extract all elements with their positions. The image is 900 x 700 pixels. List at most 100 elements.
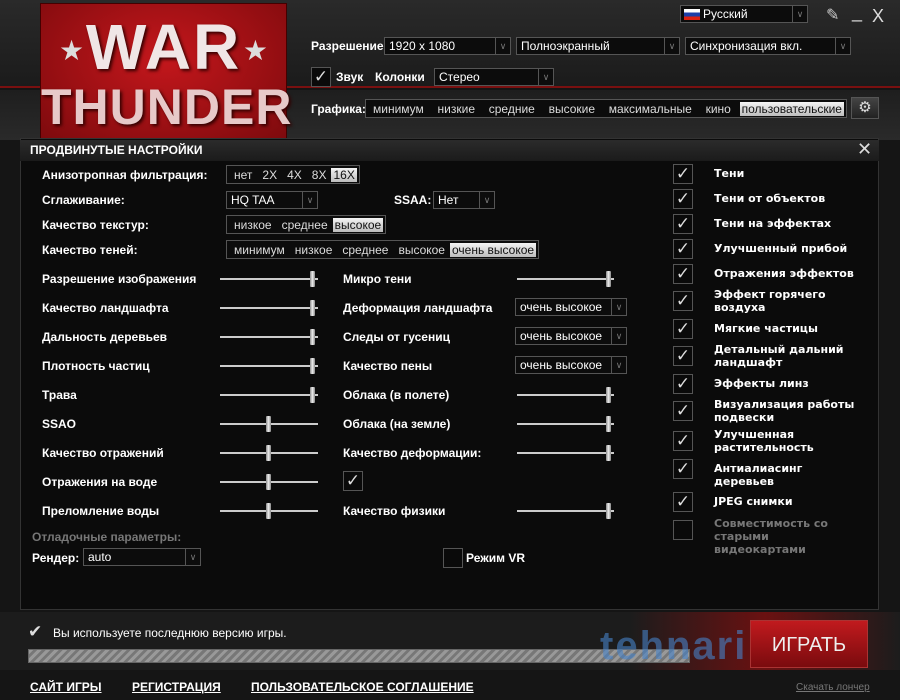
control-label: Деформация ландшафта xyxy=(343,301,493,315)
option-6[interactable]: пользовательские xyxy=(739,101,844,116)
link-game-site[interactable]: САЙТ ИГРЫ xyxy=(30,680,102,694)
slider[interactable] xyxy=(220,474,318,490)
language-select[interactable]: Русский ∨ xyxy=(680,5,808,23)
slider[interactable] xyxy=(517,271,614,287)
slider-thumb[interactable] xyxy=(310,358,315,374)
checkbox-label: Тени от объектов xyxy=(714,192,826,205)
slider[interactable] xyxy=(220,416,318,432)
checkbox[interactable]: ✓ xyxy=(673,239,693,259)
checkbox[interactable]: ✓ xyxy=(673,459,693,479)
option-3[interactable]: высокое xyxy=(393,243,450,257)
texture-quality-selector[interactable]: низкое среднее высокое xyxy=(226,215,387,234)
slider[interactable] xyxy=(220,271,318,287)
slider[interactable] xyxy=(220,329,318,345)
slider-thumb[interactable] xyxy=(310,329,315,345)
option-1[interactable]: среднее xyxy=(277,218,333,232)
speakers-select[interactable]: Стерео ∨ xyxy=(434,68,554,86)
slider-thumb[interactable] xyxy=(606,387,611,403)
quality-select[interactable]: очень высокое ∨ xyxy=(515,298,627,316)
slider-thumb[interactable] xyxy=(310,271,315,287)
slider-thumb[interactable] xyxy=(266,445,271,461)
slider[interactable] xyxy=(517,503,614,519)
graphics-preset-selector[interactable]: минимум низкие средние высокие максимальные к… xyxy=(365,99,847,118)
slider[interactable] xyxy=(517,445,614,461)
slider-thumb[interactable] xyxy=(310,387,315,403)
option-4[interactable]: 16X xyxy=(331,167,357,182)
vr-checkbox[interactable] xyxy=(443,548,463,568)
checkbox[interactable]: ✓ xyxy=(673,264,693,284)
option-4[interactable]: максимальные xyxy=(604,102,697,116)
render-select[interactable]: auto ∨ xyxy=(83,548,201,566)
checkbox[interactable]: ✓ xyxy=(673,346,693,366)
checkbox[interactable]: ✓ xyxy=(673,291,693,311)
slider-label: Плотность частиц xyxy=(42,359,150,373)
update-progress-bar xyxy=(28,649,690,663)
option-5[interactable]: кино xyxy=(701,102,736,116)
settings-tools-icon[interactable]: ✎ xyxy=(826,5,839,25)
option-1[interactable]: 2X xyxy=(257,168,282,182)
play-button[interactable]: ИГРАТЬ xyxy=(750,620,868,668)
shadow-quality-selector[interactable]: минимум низкое среднее высокое очень высокое xyxy=(226,240,540,259)
slider-thumb[interactable] xyxy=(606,271,611,287)
slider[interactable] xyxy=(220,300,318,316)
aniso-selector[interactable]: нет 2X 4X 8X 16X xyxy=(226,165,360,184)
minimize-button[interactable]: _ xyxy=(852,2,862,23)
checkbox[interactable]: ✓ xyxy=(673,214,693,234)
aa-select[interactable]: HQ TAA ∨ xyxy=(226,191,318,209)
checkbox-label: Эффект горячего воздуха xyxy=(714,288,826,314)
option-0[interactable]: низкое xyxy=(229,218,277,232)
checkbox[interactable] xyxy=(673,520,693,540)
slider-thumb[interactable] xyxy=(266,503,271,519)
option-1[interactable]: низкие xyxy=(433,102,480,116)
quality-select[interactable]: очень высокое ∨ xyxy=(515,327,627,345)
link-registration[interactable]: РЕГИСТРАЦИЯ xyxy=(132,680,221,694)
option-0[interactable]: минимум xyxy=(229,243,290,257)
option-4[interactable]: очень высокое xyxy=(449,242,537,257)
slider[interactable] xyxy=(220,387,318,403)
texture-label: Качество текстур: xyxy=(42,218,149,232)
checkbox[interactable]: ✓ xyxy=(673,164,693,184)
slider-thumb[interactable] xyxy=(266,416,271,432)
slider-thumb[interactable] xyxy=(606,445,611,461)
window-mode-select[interactable]: Полноэкранный ∨ xyxy=(516,37,680,55)
quality-select[interactable]: очень высокое ∨ xyxy=(515,356,627,374)
checkbox[interactable]: ✓ xyxy=(673,401,693,421)
close-window-button[interactable]: X xyxy=(872,6,884,27)
slider[interactable] xyxy=(517,387,614,403)
control-label: Качество деформации: xyxy=(343,446,482,460)
checkbox[interactable]: ✓ xyxy=(673,319,693,339)
ssaa-select[interactable]: Нет ∨ xyxy=(433,191,495,209)
slider[interactable] xyxy=(220,503,318,519)
option-1[interactable]: низкое xyxy=(290,243,338,257)
checkbox[interactable]: ✓ xyxy=(343,471,363,491)
vsync-select[interactable]: Синхронизация вкл. ∨ xyxy=(685,37,851,55)
close-panel-button[interactable]: ✕ xyxy=(857,139,872,160)
option-2[interactable]: высокое xyxy=(332,217,384,232)
slider[interactable] xyxy=(517,416,614,432)
slider-thumb[interactable] xyxy=(266,474,271,490)
panel-title: ПРОДВИНУТЫЕ НАСТРОЙКИ xyxy=(20,140,879,161)
slider[interactable] xyxy=(220,445,318,461)
checkbox[interactable]: ✓ xyxy=(673,189,693,209)
option-2[interactable]: средние xyxy=(484,102,540,116)
sound-checkbox[interactable]: ✓ xyxy=(311,67,331,87)
control-label: Следы от гусениц xyxy=(343,330,450,344)
checkbox[interactable]: ✓ xyxy=(673,492,693,512)
slider-thumb[interactable] xyxy=(310,300,315,316)
checkbox[interactable]: ✓ xyxy=(673,431,693,451)
checkbox[interactable]: ✓ xyxy=(673,374,693,394)
resolution-select[interactable]: 1920 x 1080 ∨ xyxy=(384,37,511,55)
option-3[interactable]: высокие xyxy=(544,102,600,116)
link-user-agreement[interactable]: ПОЛЬЗОВАТЕЛЬСКОЕ СОГЛАШЕНИЕ xyxy=(251,680,474,694)
gear-button[interactable]: ⚙ xyxy=(851,97,879,119)
slider-thumb[interactable] xyxy=(606,503,611,519)
option-0[interactable]: нет xyxy=(229,168,257,182)
slider-thumb[interactable] xyxy=(606,416,611,432)
option-0[interactable]: минимум xyxy=(368,102,429,116)
download-launcher-link[interactable]: Скачать лончер xyxy=(796,682,870,693)
debug-label: Отладочные параметры: xyxy=(32,530,182,544)
option-3[interactable]: 8X xyxy=(307,168,332,182)
option-2[interactable]: 4X xyxy=(282,168,307,182)
option-2[interactable]: среднее xyxy=(337,243,393,257)
slider[interactable] xyxy=(220,358,318,374)
